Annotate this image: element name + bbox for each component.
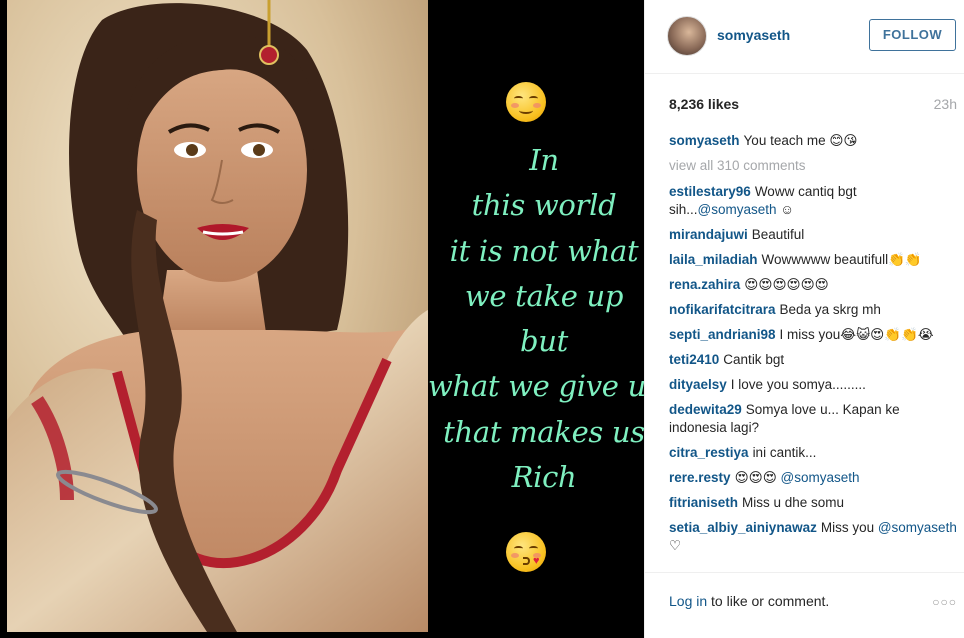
quote-line: we take up — [464, 278, 624, 313]
comment-text-suffix: ♡ — [669, 538, 682, 553]
comment-text: Beda ya skrg mh — [779, 302, 881, 317]
post-stats: 8,236 likes 23h — [645, 74, 964, 132]
login-prompt: Log in to like or comment. — [669, 593, 829, 609]
portrait-illustration — [7, 0, 428, 632]
comment-username-link[interactable]: fitrianiseth — [669, 495, 738, 510]
comment-row: laila_miladiah Wowwwww beautifull👏👏 — [669, 251, 959, 269]
comment-rows: estilestary96 Woww cantiq bgt sih...@somy… — [669, 183, 959, 555]
comment-row: septi_andriani98 I miss you😂😺😍👏👏😭 — [669, 326, 959, 344]
comment-username-link[interactable]: dityaelsy — [669, 377, 727, 392]
comment-text: 😍😍😍😍😍😍 — [744, 277, 829, 292]
post-footer: Log in to like or comment. ○○○ — [645, 572, 964, 638]
avatar[interactable] — [667, 16, 707, 56]
comment-row: fitrianiseth Miss u dhe somu — [669, 494, 959, 512]
comment-mention-link[interactable]: @somyaseth — [698, 202, 777, 217]
comment-row: rere.resty 😍😍😍 @somyaseth — [669, 469, 959, 487]
comment-text: Wowwwww beautifull👏👏 — [761, 252, 922, 267]
comment-username-link[interactable]: setia_albiy_ainiynawaz — [669, 520, 817, 535]
quote-panel: In this world it is not what we take up … — [428, 0, 644, 632]
comment-username-link[interactable]: rena.zahira — [669, 277, 740, 292]
comment-row: setia_albiy_ainiynawaz Miss you @somyaset… — [669, 519, 959, 555]
post-header: somyaseth FOLLOW — [645, 0, 964, 74]
comment-text: Miss you — [820, 520, 878, 535]
post-photo — [7, 0, 428, 632]
comment-text: Miss u dhe somu — [742, 495, 845, 510]
caption: somyaseth You teach me 😊😘 — [669, 132, 959, 150]
quote-line: In — [529, 143, 559, 177]
author-username-link[interactable]: somyaseth — [717, 27, 790, 43]
quote-line: but — [520, 324, 568, 359]
more-options-icon[interactable]: ○○○ — [932, 595, 957, 609]
quote-line: that makes us — [443, 414, 644, 449]
comment-text: Cantik bgt — [723, 352, 785, 367]
caption-text: You teach me 😊😘 — [743, 133, 858, 148]
comment-row: nofikarifatcitrara Beda ya skrg mh — [669, 301, 959, 319]
view-all-comments-link[interactable]: view all 310 comments — [669, 157, 959, 175]
post-sidebar: somyaseth FOLLOW 8,236 likes 23h somyase… — [644, 0, 964, 638]
quote-line: Rich — [511, 460, 577, 495]
post-timestamp[interactable]: 23h — [934, 96, 957, 112]
comment-username-link[interactable]: mirandajuwi — [669, 227, 748, 242]
quote-text: In this world it is not what we take up … — [428, 138, 644, 500]
comment-text: I miss you😂😺😍👏👏😭 — [779, 327, 934, 342]
comment-username-link[interactable]: somyaseth — [669, 133, 740, 148]
comment-row: estilestary96 Woww cantiq bgt sih...@somy… — [669, 183, 959, 219]
comment-username-link[interactable]: laila_miladiah — [669, 252, 758, 267]
comment-row: rena.zahira 😍😍😍😍😍😍 — [669, 276, 959, 294]
comment-username-link[interactable]: septi_andriani98 — [669, 327, 776, 342]
comment-text-suffix: ☺ — [776, 202, 795, 217]
quote-line: this world — [471, 188, 617, 223]
comment-text: ini cantik... — [752, 445, 817, 460]
likes-count[interactable]: 8,236 likes — [669, 96, 739, 112]
post-media[interactable]: In this world it is not what we take up … — [0, 0, 644, 638]
comment-text: Beautiful — [751, 227, 805, 242]
comment-username-link[interactable]: citra_restiya — [669, 445, 749, 460]
kissing-face-emoji-icon: ♥ — [506, 532, 546, 572]
comment-username-link[interactable]: dedewita29 — [669, 402, 742, 417]
login-prompt-text: to like or comment. — [707, 593, 830, 609]
comment-row: mirandajuwi Beautiful — [669, 226, 959, 244]
comment-mention-link[interactable]: @somyaseth — [878, 520, 957, 535]
smiling-face-emoji-icon — [506, 82, 546, 122]
comment-username-link[interactable]: teti2410 — [669, 352, 719, 367]
comment-text: I love you somya......... — [730, 377, 866, 392]
comment-row: dedewita29 Somya love u... Kapan ke indon… — [669, 401, 959, 437]
comment-mention-link[interactable]: @somyaseth — [781, 470, 860, 485]
comment-text: 😍😍😍 — [734, 470, 781, 485]
comment-username-link[interactable]: nofikarifatcitrara — [669, 302, 776, 317]
comment-username-link[interactable]: rere.resty — [669, 470, 731, 485]
comment-row: dityaelsy I love you somya......... — [669, 376, 959, 394]
login-link[interactable]: Log in — [669, 593, 707, 609]
comments-list: somyaseth You teach me 😊😘 view all 310 co… — [669, 132, 959, 572]
comment-row: citra_restiya ini cantik... — [669, 444, 959, 462]
comment-row: teti2410 Cantik bgt — [669, 351, 959, 369]
follow-button[interactable]: FOLLOW — [869, 19, 956, 51]
quote-line: what we give up, — [428, 369, 644, 404]
quote-line: it is not what — [449, 233, 639, 268]
comment-username-link[interactable]: estilestary96 — [669, 184, 751, 199]
